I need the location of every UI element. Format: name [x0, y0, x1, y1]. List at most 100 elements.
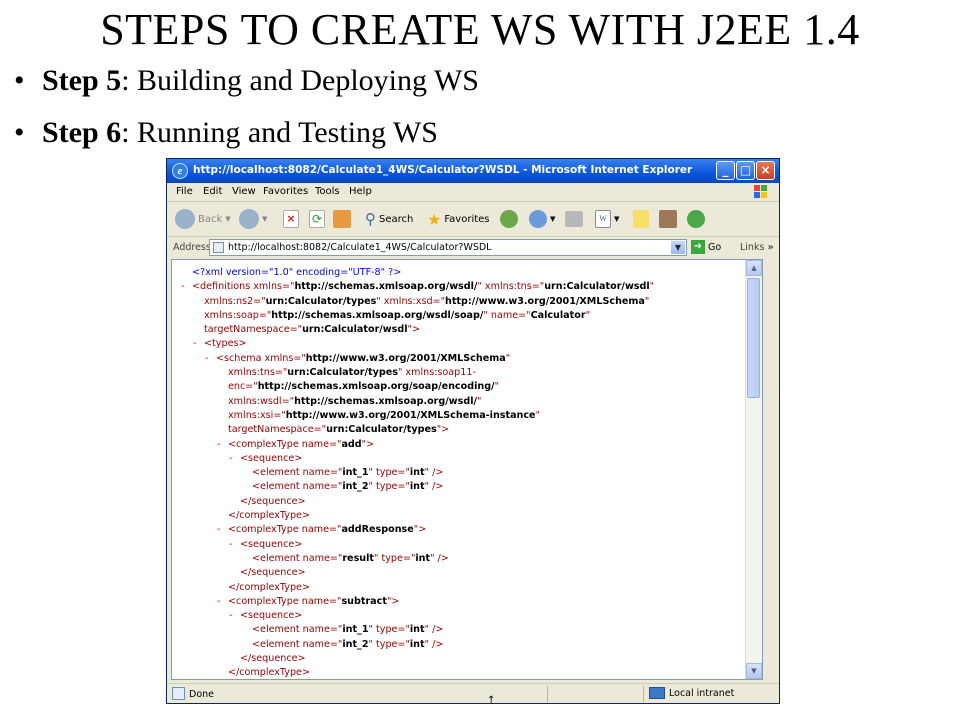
xml-line-text: <element name="int_2" type="int" />: [252, 481, 444, 493]
collapse-toggle[interactable]: -: [229, 538, 232, 552]
xml-line: - <types>: [172, 337, 762, 351]
xml-line-text: xmlns:xsi="http://www.w3.org/2001/XMLSch…: [228, 409, 540, 421]
document-view[interactable]: <?xml version="1.0" encoding="UTF-8" ?> -…: [171, 259, 763, 680]
forward-arrow-icon: [239, 209, 259, 229]
bullet-dot: •: [14, 64, 25, 97]
favorites-label: Favorites: [444, 213, 490, 225]
refresh-icon: ⟳: [309, 210, 325, 228]
bullet-step-6: • Step 6: Running and Testing WS: [14, 116, 438, 150]
xml-line: xmlns:tns="urn:Calculator/types" xmlns:s…: [172, 366, 762, 380]
xml-line: xmlns:xsi="http://www.w3.org/2001/XMLSch…: [172, 409, 762, 423]
collapse-toggle[interactable]: -: [181, 280, 184, 294]
xml-line: - <complexType name="addResponse">: [172, 523, 762, 537]
xml-line-text: <sequence>: [240, 452, 303, 464]
collapse-toggle[interactable]: -: [217, 595, 220, 609]
collapse-toggle[interactable]: -: [217, 438, 220, 452]
maximize-button[interactable]: □: [736, 161, 755, 180]
back-arrow-icon: [175, 209, 195, 229]
search-icon: ⚲: [365, 210, 376, 228]
collapse-toggle[interactable]: -: [229, 609, 232, 623]
back-button[interactable]: Back ▼: [175, 207, 231, 231]
xml-line-text: <types>: [204, 338, 247, 350]
print-button[interactable]: [565, 207, 583, 231]
mail-button[interactable]: ▼: [529, 207, 555, 231]
menu-edit[interactable]: Edit: [203, 186, 222, 197]
word-icon: W: [595, 210, 611, 228]
dropdown-arrow-icon: ▼: [550, 215, 556, 223]
home-icon: [333, 210, 351, 228]
menu-view[interactable]: View: [232, 186, 256, 197]
xml-line: - <complexType name="add">: [172, 438, 762, 452]
xml-line: <element name="int_1" type="int" />: [172, 623, 762, 637]
xml-line: - <sequence>: [172, 452, 762, 466]
title-bar[interactable]: e http://localhost:8082/Calculate1_4WS/C…: [167, 159, 779, 183]
intranet-icon: [649, 687, 665, 699]
edit-button[interactable]: W ▼: [595, 207, 619, 231]
xml-line: </sequence>: [172, 652, 762, 666]
xml-line: </complexType>: [172, 509, 762, 523]
discuss-button[interactable]: [633, 207, 649, 231]
messenger-icon: [687, 210, 705, 228]
scroll-down-icon[interactable]: ▼: [746, 663, 762, 679]
research-button[interactable]: [659, 207, 677, 231]
print-icon: [565, 211, 583, 227]
messenger-button[interactable]: [687, 207, 705, 231]
dropdown-arrow-icon: ▼: [262, 215, 268, 223]
status-text: Done: [189, 689, 214, 700]
status-divider: [643, 686, 644, 702]
search-label: Search: [379, 213, 414, 225]
xml-line: - <schema xmlns="http://www.w3.org/2001/X…: [172, 352, 762, 366]
menu-file[interactable]: File: [176, 186, 193, 197]
xml-line-text: enc="http://schemas.xmlsoap.org/soap/enc…: [228, 381, 499, 393]
xml-line-text: <element name="int_2" type="int" />: [252, 638, 444, 650]
xml-line: <?xml version="1.0" encoding="UTF-8" ?>: [172, 266, 762, 280]
history-button[interactable]: [500, 207, 518, 231]
xml-line: xmlns:soap="http://schemas.xmlsoap.org/w…: [172, 309, 762, 323]
menu-favorites[interactable]: Favorites: [263, 186, 308, 197]
address-input[interactable]: http://localhost:8082/Calculate1_4WS/Cal…: [209, 239, 687, 256]
history-icon: [500, 210, 518, 228]
page-status-icon: [172, 687, 185, 700]
scroll-up-icon[interactable]: ▲: [746, 260, 762, 276]
xml-line: </complexType>: [172, 666, 762, 679]
scroll-thumb[interactable]: [747, 278, 760, 398]
favorites-button[interactable]: ★ Favorites: [427, 207, 490, 231]
xml-line: targetNamespace="urn:Calculator/types">: [172, 423, 762, 437]
xml-line-text: xmlns:ns2="urn:Calculator/types" xmlns:x…: [204, 295, 650, 307]
collapse-toggle[interactable]: -: [217, 523, 220, 537]
xml-line-text: </sequence>: [240, 653, 306, 665]
xml-line: - <sequence>: [172, 538, 762, 552]
xml-line: <element name="int_1" type="int" />: [172, 466, 762, 480]
forward-button[interactable]: ▼: [239, 207, 267, 231]
windows-flag-icon: [754, 185, 767, 198]
status-divider: [547, 686, 548, 702]
collapse-toggle[interactable]: -: [205, 352, 208, 366]
menu-help[interactable]: Help: [349, 186, 372, 197]
links-button[interactable]: Links »: [740, 242, 774, 253]
chevron-down-icon[interactable]: ▼: [671, 241, 685, 254]
xml-line: <element name="result" type="int" />: [172, 552, 762, 566]
xml-tree: <?xml version="1.0" encoding="UTF-8" ?> -…: [172, 266, 762, 679]
stop-button[interactable]: ×: [283, 207, 299, 231]
home-button[interactable]: [333, 207, 351, 231]
xml-line-text: <sequence>: [240, 610, 303, 622]
menu-tools[interactable]: Tools: [315, 186, 340, 197]
collapse-toggle[interactable]: -: [229, 452, 232, 466]
links-label: Links: [740, 242, 765, 253]
refresh-button[interactable]: ⟳: [309, 207, 325, 231]
close-button[interactable]: ×: [756, 161, 775, 180]
xml-line: enc="http://schemas.xmlsoap.org/soap/enc…: [172, 380, 762, 394]
dropdown-arrow-icon: ▼: [614, 215, 620, 223]
xml-line-text: targetNamespace="urn:Calculator/types">: [228, 424, 450, 436]
search-button[interactable]: ⚲ Search: [365, 207, 413, 231]
minimize-button[interactable]: _: [716, 161, 735, 180]
xml-line-text: </complexType>: [228, 510, 311, 522]
go-button[interactable]: ➜ Go: [691, 240, 721, 254]
vertical-scrollbar[interactable]: ▲ ▼: [745, 260, 762, 679]
xml-line-text: </complexType>: [228, 667, 311, 679]
collapse-toggle[interactable]: -: [193, 337, 196, 351]
bullet-bold: Step 5: [42, 64, 122, 97]
bullet-bold: Step 6: [42, 116, 122, 149]
mouse-cursor-icon: ↑: [487, 695, 496, 704]
back-label: Back: [198, 213, 223, 225]
